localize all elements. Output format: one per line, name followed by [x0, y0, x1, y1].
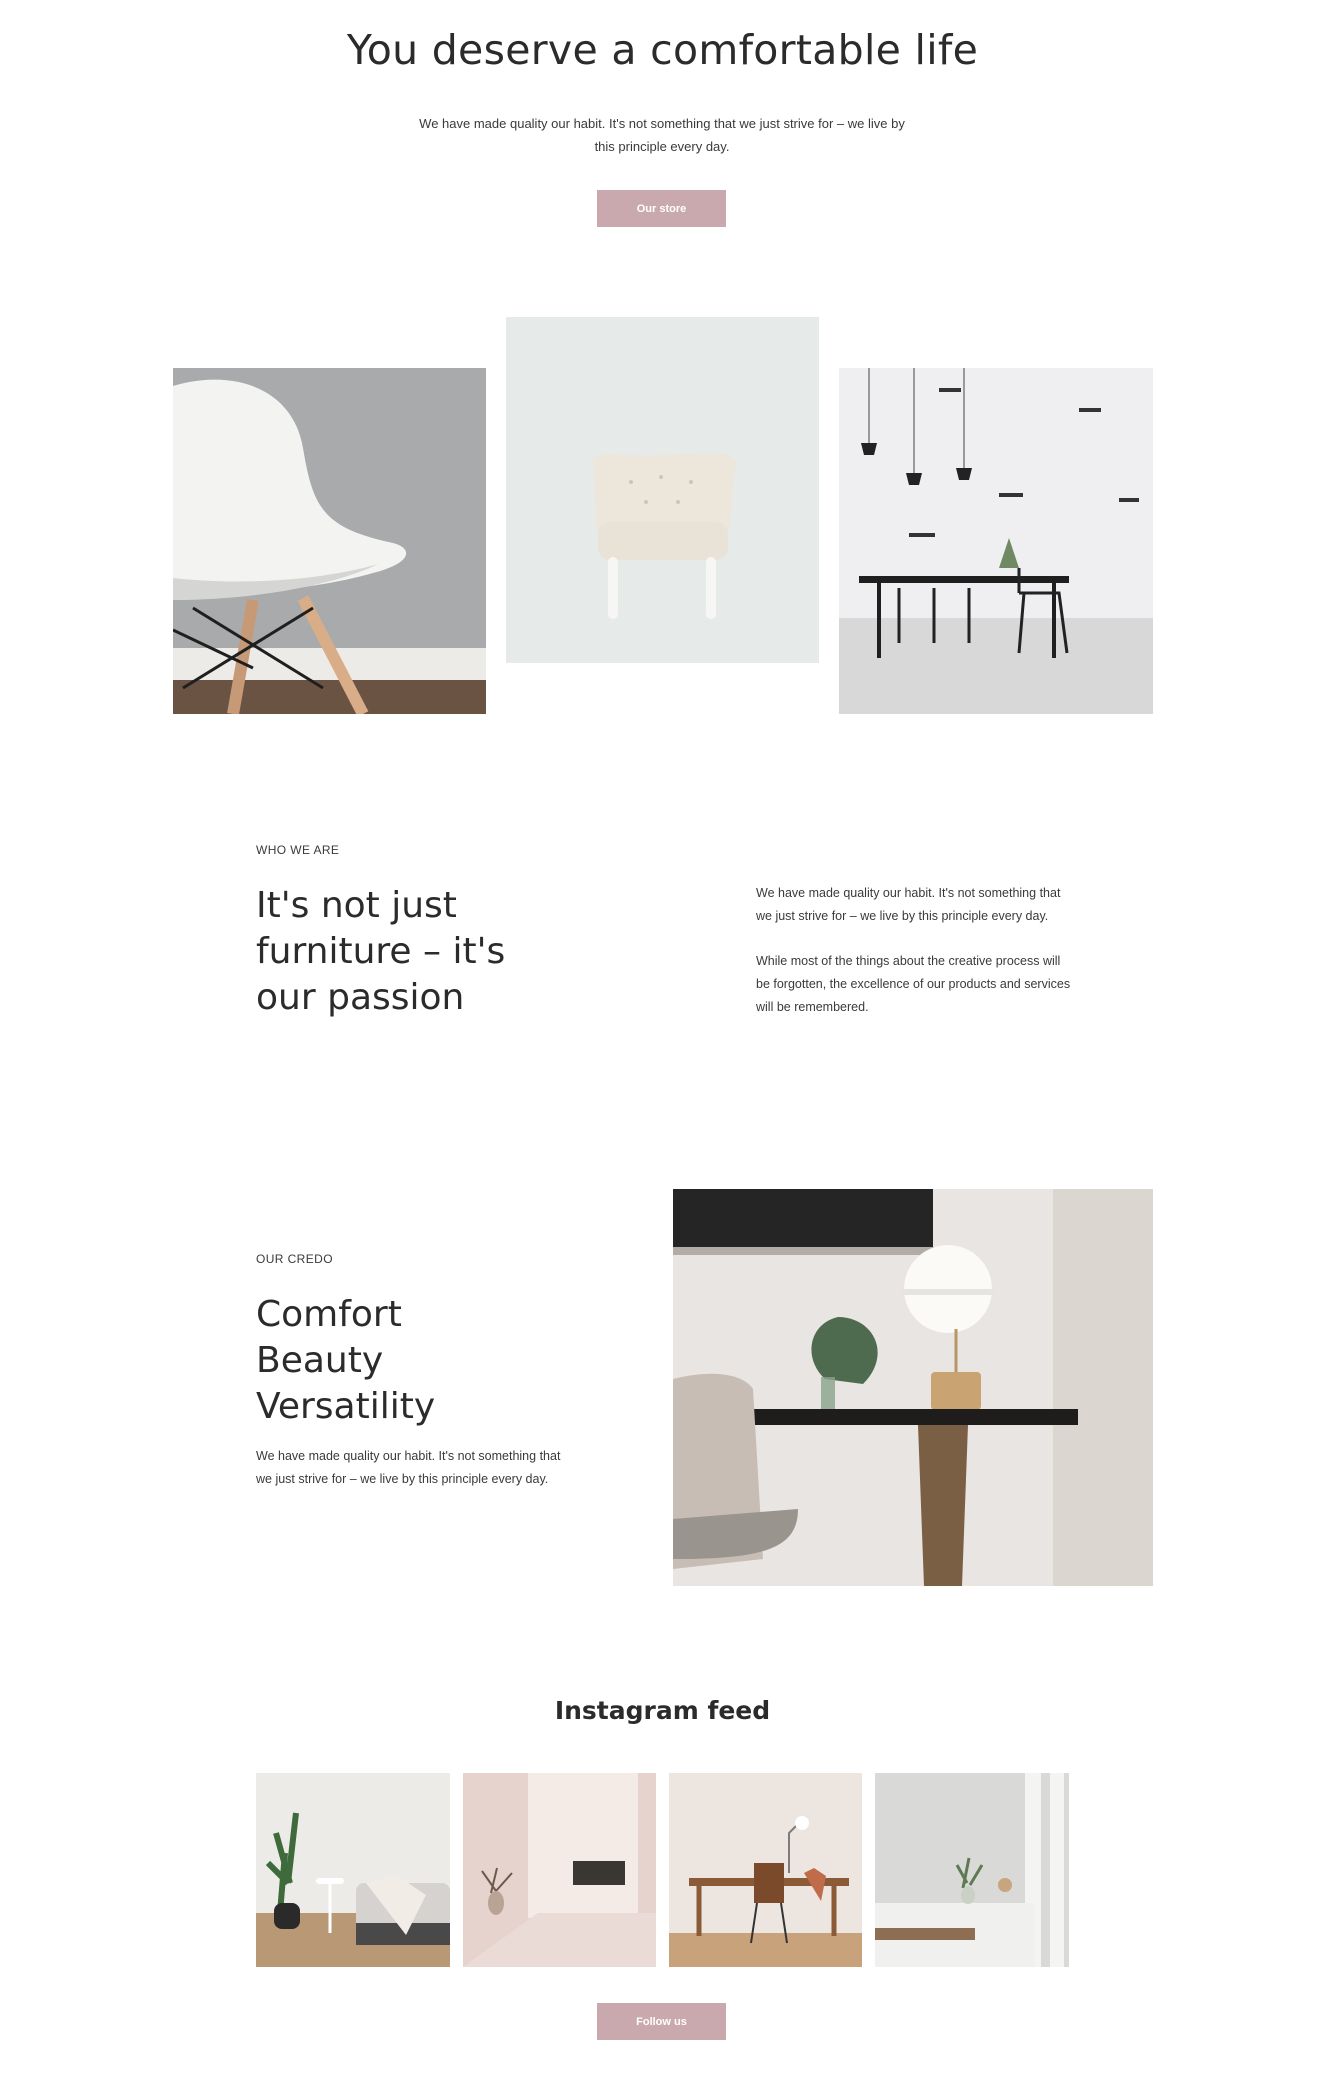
instagram-feed-title: Instagram feed	[554, 1696, 771, 1725]
our-store-button[interactable]: Our store	[597, 190, 726, 227]
hero-subtitle: We have made quality our habit. It's not…	[419, 116, 905, 154]
armchair-image	[506, 317, 819, 663]
instagram-post-3[interactable]	[669, 1773, 862, 1967]
hero-title: You deserve a comfortable life	[346, 26, 979, 74]
white-chair-image	[173, 368, 486, 714]
instagram-post-1[interactable]	[256, 1773, 450, 1967]
dining-room-image	[839, 368, 1153, 714]
credo-line-comfort: Comfort	[256, 1294, 402, 1335]
our-credo-eyebrow: OUR CREDO	[256, 1252, 333, 1266]
instagram-post-4[interactable]	[875, 1773, 1069, 1967]
about-heading: It's not just furniture – it's our passi…	[256, 885, 506, 1018]
credo-line-beauty: Beauty	[256, 1340, 384, 1381]
about-paragraph-2: While most of the things about the creat…	[756, 954, 1071, 1014]
instagram-post-2[interactable]	[463, 1773, 656, 1967]
who-we-are-eyebrow: WHO WE ARE	[256, 843, 340, 857]
credo-line-versatility: Versatility	[256, 1386, 436, 1427]
about-paragraph-1: We have made quality our habit. It's not…	[756, 886, 1061, 923]
follow-us-button[interactable]: Follow us	[597, 2003, 726, 2040]
credo-paragraph: We have made quality our habit. It's not…	[256, 1449, 561, 1486]
desk-lamp-image	[673, 1189, 1153, 1586]
